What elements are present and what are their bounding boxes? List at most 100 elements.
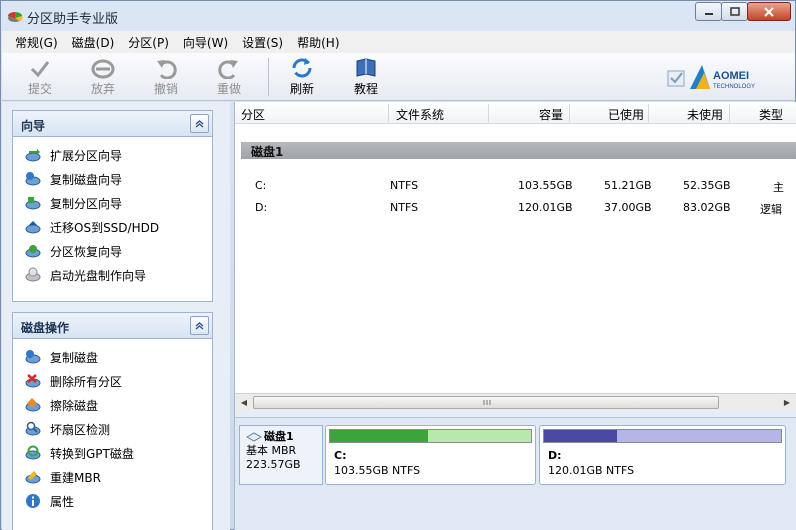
wizard-panel-header: 向导 [13,111,212,137]
pane-splitter[interactable] [235,410,796,417]
partition-info: 120.01GB NTFS [548,464,635,477]
disk-op-bad-sector-check[interactable]: 坏扇区检测 [13,417,212,441]
partition-label: D: [548,449,562,462]
horizontal-scrollbar[interactable]: ◀ ▶ [235,393,796,410]
title-bar: 分区助手专业版 [1,1,795,31]
extend-partition-icon [25,149,41,162]
disk-type: 基本 MBR [246,444,297,457]
maximize-button[interactable] [721,2,748,21]
col-capacity[interactable]: 容量 [539,106,563,123]
scrollbar-thumb[interactable] [253,396,719,409]
disk-op-delete-all-partitions[interactable]: 删除所有分区 [13,369,212,393]
table-row[interactable]: D: NTFS 120.01GB 37.00GB 83.02GB 逻辑 [235,198,796,218]
partition-usage-bar [329,429,532,443]
menu-wizard[interactable]: 向导(W) [176,34,235,51]
tutorial-button[interactable]: 教程 [342,57,390,97]
wizard-panel-title: 向导 [21,119,46,133]
menu-settings[interactable]: 设置(S) [235,34,290,51]
wizard-item-extend-partition[interactable]: 扩展分区向导 [13,143,212,167]
col-unused[interactable]: 未使用 [687,106,723,123]
wizard-item-copy-partition[interactable]: 复制分区向导 [13,191,212,215]
menu-general[interactable]: 常规(G) [8,34,65,51]
refresh-button[interactable]: 刷新 [278,57,326,97]
collapse-wizard-button[interactable] [190,114,209,133]
info-icon [26,494,40,508]
delete-icon [25,374,41,388]
toolbar: 提交 放弃 撤销 重做 刷新 教程 AOMEI TECHNOLOGY [2,53,795,101]
app-window: 分区助手专业版 常规(G) 磁盘(D) 分区(P) 向导(W) 设置(S) 帮助… [0,0,796,530]
disk-operations-header: 磁盘操作 [13,313,212,339]
collapse-disk-operations-button[interactable] [190,316,209,335]
col-used[interactable]: 已使用 [608,106,644,123]
wizard-item-partition-recovery[interactable]: 分区恢复向导 [13,239,212,263]
disk-op-convert-gpt[interactable]: 转换到GPT磁盘 [13,441,212,465]
partition-table-header: 分区 文件系统 容量 已使用 未使用 类型 [235,102,796,124]
cell-partition: D: [255,201,268,214]
submit-button[interactable]: 提交 [16,57,64,97]
minimize-button[interactable] [695,2,722,21]
table-row[interactable]: C: NTFS 103.55GB 51.21GB 52.35GB 主 [235,176,796,196]
disk-card[interactable]: 磁盘1 基本 MBR 223.57GB [239,425,323,485]
disk-operations-panel: 磁盘操作 复制磁盘 删除所有分区 擦除磁盘 坏扇区检测 转换到GPT磁盘 重建M… [12,312,213,530]
disk-map-area: 磁盘1 基本 MBR 223.57GB C: 103.55GB NTFS D: … [235,417,796,530]
close-icon [764,6,774,17]
wizard-panel: 向导 扩展分区向导 复制磁盘向导 复制分区向导 迁移OS到SSD/HDD 分区恢… [12,110,213,302]
discard-button[interactable]: 放弃 [79,57,127,97]
refresh-icon [292,58,312,78]
partition-usage-bar [543,429,782,443]
toolbar-separator [268,58,269,96]
partition-usage-fill [330,430,429,442]
col-filesystem[interactable]: 文件系统 [396,106,444,123]
aomei-logo: AOMEI TECHNOLOGY [667,65,755,90]
wizard-item-copy-disk[interactable]: 复制磁盘向导 [13,167,212,191]
boot-disc-icon [25,267,41,282]
disk-op-wipe-disk[interactable]: 擦除磁盘 [13,393,212,417]
eraser-icon [25,398,41,412]
book-icon [356,58,376,77]
redo-icon [218,60,238,79]
undo-button[interactable]: 撤销 [142,57,190,97]
rebuild-mbr-icon [25,471,41,484]
cell-unused: 52.35GB [683,179,731,192]
maximize-icon [729,6,740,16]
close-button[interactable] [747,2,791,21]
convert-icon [25,445,41,460]
menu-bar: 常规(G) 磁盘(D) 分区(P) 向导(W) 设置(S) 帮助(H) [2,31,795,53]
left-sidebar: 向导 扩展分区向导 复制磁盘向导 复制分区向导 迁移OS到SSD/HDD 分区恢… [2,102,230,530]
disk-op-properties[interactable]: 属性 [13,489,212,513]
checkmark-icon [30,61,50,78]
cell-capacity: 103.55GB [518,179,573,192]
copy-disk-icon [25,172,41,186]
double-chevron-up-icon [195,322,204,330]
scroll-right-arrow-icon[interactable]: ▶ [780,396,794,409]
menu-partition[interactable]: 分区(P) [121,34,176,51]
menu-help[interactable]: 帮助(H) [290,34,346,51]
svg-text:TECHNOLOGY: TECHNOLOGY [713,84,755,90]
disk-op-copy-disk[interactable]: 复制磁盘 [13,345,212,369]
redo-button[interactable]: 重做 [205,57,253,97]
partition-block-d[interactable]: D: 120.01GB NTFS [539,425,786,485]
window-title: 分区助手专业版 [27,12,119,27]
undo-icon [157,60,177,79]
partition-block-c[interactable]: C: 103.55GB NTFS [325,425,536,485]
menu-disk[interactable]: 磁盘(D) [65,34,122,51]
cell-type: 逻辑 [760,203,782,216]
app-icon [8,12,23,22]
col-type[interactable]: 类型 [759,106,783,123]
scroll-left-arrow-icon[interactable]: ◀ [237,396,251,409]
double-chevron-up-icon [195,120,204,128]
svg-text:AOMEI: AOMEI [713,70,749,82]
disk-group-header[interactable]: 磁盘1 [241,142,796,159]
wizard-item-boot-disc[interactable]: 启动光盘制作向导 [13,263,212,287]
cell-partition: C: [255,179,267,192]
magnifier-icon [25,421,41,436]
copy-disk-icon [25,350,41,364]
wizard-item-migrate-os[interactable]: 迁移OS到SSD/HDD [13,215,212,239]
disk-op-rebuild-mbr[interactable]: 重建MBR [13,465,212,489]
partition-label: C: [334,449,347,462]
col-partition[interactable]: 分区 [241,106,265,123]
disk-operations-title: 磁盘操作 [21,321,70,335]
cell-used: 37.00GB [604,201,652,214]
disk-name: 磁盘1 [264,430,294,443]
cell-capacity: 120.01GB [518,201,573,214]
